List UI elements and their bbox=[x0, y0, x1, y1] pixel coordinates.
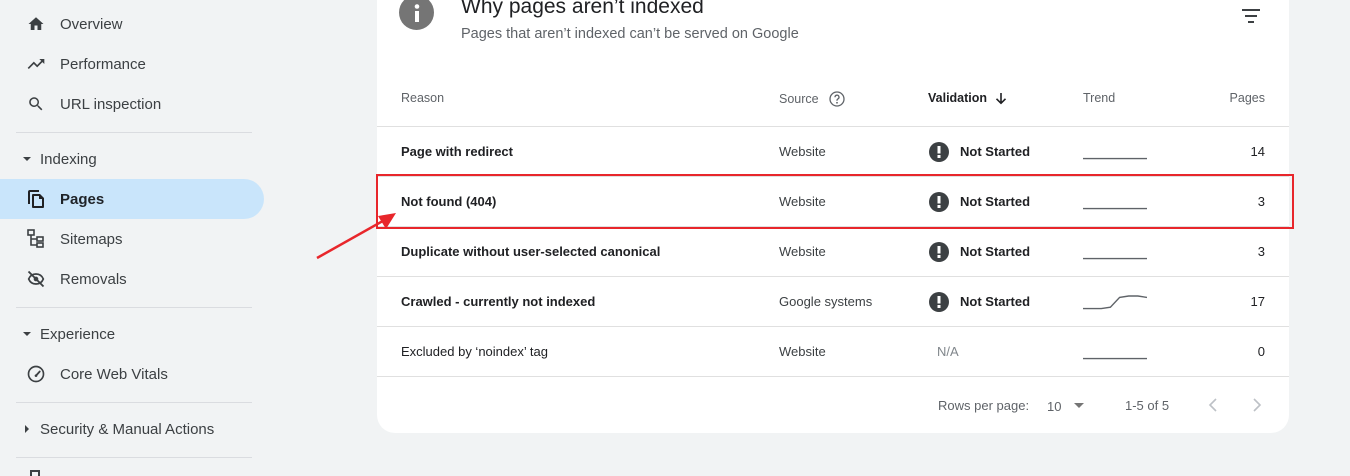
source-cell: Website bbox=[779, 144, 826, 159]
source-cell: Website bbox=[779, 194, 826, 209]
validation-cell: Not Started bbox=[929, 177, 1030, 226]
trend-sparkline bbox=[1083, 127, 1147, 176]
speed-gauge-icon bbox=[26, 364, 46, 384]
column-header-source: Source bbox=[779, 91, 845, 107]
reason-cell: Crawled - currently not indexed bbox=[401, 294, 596, 309]
sort-arrow-down-icon bbox=[995, 92, 1007, 105]
table-row[interactable]: Page with redirect Website Not Started 1… bbox=[377, 127, 1289, 177]
validation-cell: Not Started bbox=[929, 127, 1030, 176]
caret-down-icon bbox=[22, 154, 32, 164]
next-page-button[interactable] bbox=[1245, 393, 1269, 417]
reason-cell: Not found (404) bbox=[401, 194, 497, 209]
pagination-range: 1-5 of 5 bbox=[1125, 398, 1170, 413]
warning-icon bbox=[929, 191, 949, 212]
reason-cell: Page with redirect bbox=[401, 144, 513, 159]
nav-item-label: URL inspection bbox=[60, 95, 162, 113]
nav-item-label: Core Web Vitals bbox=[60, 365, 168, 383]
warning-icon bbox=[929, 141, 949, 162]
column-header-reason: Reason bbox=[401, 91, 445, 105]
previous-page-button[interactable] bbox=[1201, 393, 1225, 417]
rows-per-page-value: 10 bbox=[1047, 398, 1062, 414]
section-label: Experience bbox=[40, 325, 116, 343]
nav-item-url-inspection[interactable]: URL inspection bbox=[0, 84, 264, 124]
divider bbox=[16, 402, 252, 403]
caret-down-icon bbox=[22, 329, 32, 339]
info-icon bbox=[399, 0, 434, 30]
source-cell: Website bbox=[779, 244, 826, 259]
nav-item-overview[interactable]: Overview bbox=[0, 4, 264, 44]
sidebar: Overview Performance URL inspection Inde… bbox=[0, 0, 268, 476]
validation-cell: N/A bbox=[937, 344, 959, 359]
source-cell: Google systems bbox=[779, 294, 873, 309]
validation-cell: Not Started bbox=[929, 227, 1030, 276]
nav-item-performance[interactable]: Performance bbox=[0, 44, 264, 84]
section-experience[interactable]: Experience bbox=[0, 316, 264, 352]
section-security[interactable]: Security & Manual Actions bbox=[0, 411, 264, 447]
column-header-validation[interactable]: Validation bbox=[928, 91, 1007, 105]
nav-item-label: Pages bbox=[60, 190, 105, 208]
nav-item-label: Sitemaps bbox=[60, 230, 123, 248]
not-indexed-card: Why pages aren’t indexed Pages that aren… bbox=[377, 0, 1289, 433]
divider bbox=[16, 457, 252, 458]
nav-item-removals[interactable]: Removals bbox=[0, 259, 264, 299]
reason-cell: Duplicate without user-selected canonica… bbox=[401, 244, 661, 259]
rows-per-page-select[interactable]: 10 bbox=[1047, 394, 1093, 418]
warning-icon bbox=[929, 291, 949, 312]
column-header-pages: Pages bbox=[1229, 91, 1265, 105]
trending-up-icon bbox=[26, 54, 46, 74]
trend-sparkline bbox=[1083, 227, 1147, 276]
section-label: Indexing bbox=[40, 150, 97, 168]
pages-icon bbox=[26, 189, 46, 209]
pages-count: 14 bbox=[1250, 144, 1265, 159]
nav-item-label: Performance bbox=[60, 55, 146, 73]
pages-count: 0 bbox=[1257, 344, 1265, 359]
source-cell: Website bbox=[779, 344, 826, 359]
section-label: Security & Manual Actions bbox=[40, 420, 215, 438]
divider bbox=[16, 307, 252, 308]
column-header-trend: Trend bbox=[1083, 91, 1116, 105]
filter-icon[interactable] bbox=[1239, 4, 1263, 28]
reason-cell: Excluded by ‘noindex’ tag bbox=[401, 344, 548, 359]
nav-item-sitemaps[interactable]: Sitemaps bbox=[0, 219, 264, 259]
section-indexing[interactable]: Indexing bbox=[0, 141, 264, 177]
nav-item-core-web-vitals[interactable]: Core Web Vitals bbox=[0, 354, 264, 394]
trend-sparkline bbox=[1083, 277, 1147, 326]
divider bbox=[16, 132, 252, 133]
home-icon bbox=[26, 14, 46, 34]
partial-icon bbox=[30, 470, 40, 476]
dropdown-arrow-icon bbox=[1073, 402, 1085, 410]
pages-count: 3 bbox=[1257, 194, 1265, 209]
rows-per-page-label: Rows per page: bbox=[938, 398, 1030, 413]
sitemap-icon bbox=[26, 229, 46, 249]
nav-item-label: Overview bbox=[60, 15, 123, 33]
nav-item-pages[interactable]: Pages bbox=[0, 179, 264, 219]
help-icon[interactable] bbox=[828, 91, 845, 107]
pages-count: 3 bbox=[1257, 244, 1265, 259]
card-title: Why pages aren’t indexed bbox=[461, 0, 704, 18]
trend-sparkline bbox=[1083, 177, 1147, 226]
visibility-off-icon bbox=[26, 269, 46, 289]
nav-item-label: Removals bbox=[60, 270, 127, 288]
caret-right-icon bbox=[22, 424, 32, 434]
card-subtitle: Pages that aren’t indexed can’t be serve… bbox=[461, 26, 799, 42]
table-row[interactable]: Duplicate without user-selected canonica… bbox=[377, 227, 1289, 277]
table-row[interactable]: Not found (404) Website Not Started 3 bbox=[377, 177, 1289, 227]
validation-cell: Not Started bbox=[929, 277, 1030, 326]
table-row[interactable]: Crawled - currently not indexed Google s… bbox=[377, 277, 1289, 327]
search-icon bbox=[26, 94, 46, 114]
warning-icon bbox=[929, 241, 949, 262]
pages-count: 17 bbox=[1250, 294, 1265, 309]
trend-sparkline bbox=[1083, 327, 1147, 376]
table-row[interactable]: Excluded by ‘noindex’ tag Website N/A 0 bbox=[377, 327, 1289, 377]
